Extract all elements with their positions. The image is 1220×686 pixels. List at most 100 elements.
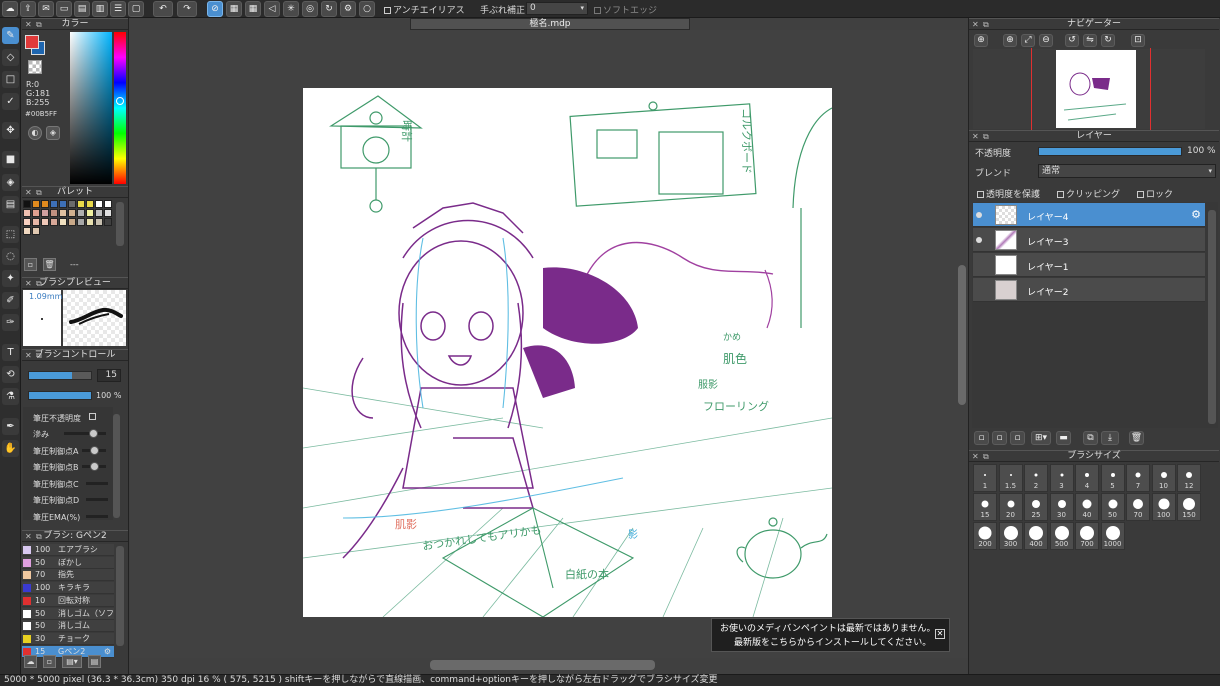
palette-scrollbar[interactable]: [116, 202, 124, 246]
popout-icon[interactable]: ⧉: [983, 19, 989, 30]
delete-layer-icon[interactable]: 🗑: [1129, 431, 1144, 445]
popout-icon[interactable]: ⧉: [983, 131, 989, 142]
brush-size-preset[interactable]: 150: [1177, 493, 1201, 521]
check-tool-icon[interactable]: ✓: [2, 93, 19, 110]
visibility-icon[interactable]: [976, 212, 982, 218]
pen-tool-icon[interactable]: ✒: [2, 418, 19, 435]
text-tool-icon[interactable]: T: [2, 344, 19, 361]
document-tab[interactable]: 極名.mdp: [410, 18, 690, 30]
color-history-icon[interactable]: ◈: [46, 126, 60, 140]
layer-row[interactable]: レイヤー4 ⚙: [973, 203, 1205, 227]
gear-icon[interactable]: ⚙: [104, 646, 111, 657]
palette-swatch[interactable]: [32, 200, 40, 208]
upload-icon[interactable]: ⇪: [20, 1, 36, 17]
brush-size-preset[interactable]: 1000: [1100, 522, 1125, 550]
select-eraser-icon[interactable]: ✑: [2, 314, 19, 331]
transparent-color-swatch[interactable]: [28, 60, 42, 74]
palette-swatch[interactable]: [50, 209, 58, 217]
saturation-value-picker[interactable]: [70, 32, 112, 184]
select-all-icon[interactable]: ▦: [226, 1, 242, 17]
palette-swatch[interactable]: [50, 218, 58, 226]
palette-swatch[interactable]: [86, 200, 94, 208]
palette-swatch[interactable]: [104, 209, 112, 217]
brush-size-preset[interactable]: 12: [1177, 464, 1201, 492]
brush-size-preset[interactable]: 25: [1024, 493, 1048, 521]
layer-row[interactable]: レイヤー3: [973, 228, 1205, 252]
hue-handle[interactable]: [116, 97, 124, 105]
brush-size-slider[interactable]: [28, 371, 92, 380]
palette-swatch[interactable]: [104, 218, 112, 226]
magic-wand-icon[interactable]: ✦: [2, 270, 19, 287]
popout-icon[interactable]: ⧉: [36, 278, 42, 289]
palette-swatch[interactable]: [104, 200, 112, 208]
palette-swatch[interactable]: [59, 200, 67, 208]
brush-size-preset[interactable]: 1: [973, 464, 997, 492]
brush-size-preset[interactable]: 1.5: [998, 464, 1023, 492]
visibility-icon[interactable]: [976, 237, 982, 243]
palette-swatch[interactable]: [86, 218, 94, 226]
point-b-knob[interactable]: [90, 462, 99, 471]
flip-icon[interactable]: ⇋: [1083, 34, 1097, 47]
popout-icon[interactable]: ⧉: [36, 531, 42, 542]
new-halftone-layer-icon[interactable]: ▫: [992, 431, 1007, 445]
canvas-horizontal-scrollbar[interactable]: [430, 660, 655, 670]
brush-size-preset[interactable]: 15: [973, 493, 997, 521]
brush-list-item[interactable]: 30 チョーク: [22, 632, 114, 645]
cloud-brush-icon[interactable]: ☁: [24, 655, 37, 668]
zoom-in-icon[interactable]: ⊕: [974, 34, 988, 47]
palette-swatch[interactable]: [95, 209, 103, 217]
brush-list-item[interactable]: 50消しゴム（ソフト: [22, 607, 114, 629]
divide-tool-icon[interactable]: ⟲: [2, 366, 19, 383]
palette-swatch[interactable]: [68, 200, 76, 208]
palette-swatch[interactable]: [50, 200, 58, 208]
palette-swatch[interactable]: [23, 227, 31, 235]
close-icon[interactable]: ✕: [972, 451, 979, 462]
page-icon[interactable]: ▤: [74, 1, 90, 17]
antialias-checkbox[interactable]: アンチエイリアス: [384, 3, 465, 16]
no-select-icon[interactable]: ⊘: [207, 1, 223, 17]
new-palette-icon[interactable]: ▫: [24, 258, 37, 271]
brush-list-item[interactable]: 100 エアブラシ: [22, 544, 114, 556]
shape-tool-icon[interactable]: ■: [2, 151, 19, 168]
new-layer-icon[interactable]: ▫: [974, 431, 989, 445]
select-tool-icon[interactable]: ⬚: [2, 226, 19, 243]
brush-size-preset[interactable]: 500: [1049, 522, 1074, 550]
brush-size-preset[interactable]: 3: [1049, 464, 1074, 492]
dot-tool-icon[interactable]: □: [2, 71, 19, 88]
palette-swatch[interactable]: [23, 218, 31, 226]
zoom-in-icon[interactable]: ⊕: [1003, 34, 1017, 47]
palette-swatch[interactable]: [23, 209, 31, 217]
popout-icon[interactable]: ⧉: [36, 187, 42, 198]
blend-select[interactable]: 通常 ▾: [1038, 164, 1216, 178]
close-icon[interactable]: ✕: [25, 278, 32, 289]
eyedropper-tool-icon[interactable]: ⚗: [2, 388, 19, 405]
brush-list-item[interactable]: 50 ぼかし: [22, 556, 114, 569]
layer-opacity-slider[interactable]: [1038, 147, 1182, 156]
chat-icon[interactable]: ▭: [56, 1, 72, 17]
brush-size-preset[interactable]: 300: [998, 522, 1023, 550]
brush-list-scrollbar[interactable]: [116, 546, 124, 646]
curve-icon[interactable]: ↻: [321, 1, 337, 17]
redo-icon[interactable]: ↷: [177, 1, 197, 17]
brush-size-preset[interactable]: 700: [1075, 522, 1099, 550]
select-pen-icon[interactable]: ✐: [2, 292, 19, 309]
palette-swatch[interactable]: [32, 227, 40, 235]
palette-swatch[interactable]: [41, 209, 49, 217]
palette-swatch[interactable]: [77, 200, 85, 208]
brush-size-preset[interactable]: 40: [1075, 493, 1099, 521]
close-icon[interactable]: ✕: [25, 350, 32, 361]
hand-tool-icon[interactable]: ✋: [2, 440, 19, 457]
brush-size-preset[interactable]: 200: [973, 522, 997, 550]
brush-size-preset[interactable]: 400: [1024, 522, 1048, 550]
layer-row[interactable]: レイヤー2: [973, 278, 1205, 302]
cloud-icon[interactable]: ☁: [2, 1, 18, 17]
brush-opacity-slider[interactable]: [28, 391, 92, 400]
brush-menu-icon[interactable]: ▤▾: [62, 655, 82, 668]
brush-settings-icon[interactable]: ▤: [88, 655, 101, 668]
snap-off-icon[interactable]: ○: [359, 1, 375, 17]
close-icon[interactable]: ✕: [972, 19, 979, 30]
clipping-checkbox[interactable]: クリッピング: [1057, 187, 1120, 200]
navigator-preview[interactable]: [973, 48, 1205, 130]
rotate-left-icon[interactable]: ↺: [1065, 34, 1079, 47]
palette-swatch[interactable]: [77, 218, 85, 226]
